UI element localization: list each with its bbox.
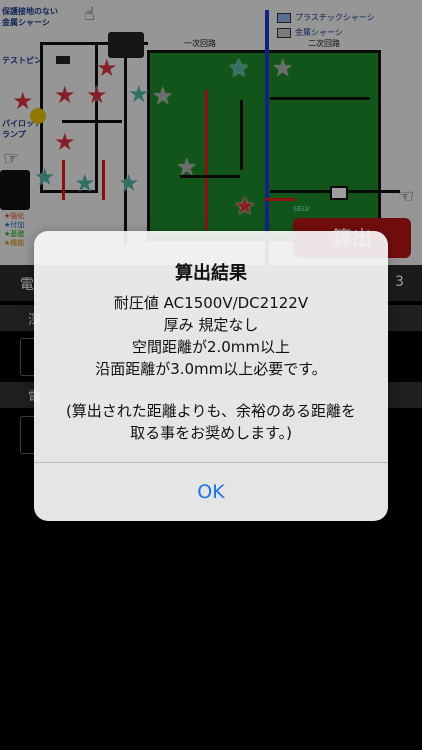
alert-line: 取る事をお奨めします。)	[130, 424, 292, 442]
alert-message: 耐圧値 AC1500V/DC2122V 厚み 規定なし 空間距離が2.0mm以上…	[34, 292, 388, 444]
ok-button[interactable]: OK	[34, 463, 388, 521]
alert-line: (算出された距離よりも、余裕のある距離を	[65, 402, 357, 420]
alert-line: 沿面距離が3.0mm以上必要です。	[95, 360, 327, 378]
alert-line: 耐圧値 AC1500V/DC2122V	[113, 294, 309, 312]
result-alert-dialog: 算出結果 耐圧値 AC1500V/DC2122V 厚み 規定なし 空間距離が2.…	[34, 231, 388, 521]
alert-line: 空間距離が2.0mm以上	[131, 338, 291, 356]
alert-title: 算出結果	[175, 263, 247, 284]
alert-line: 厚み 規定なし	[163, 316, 259, 334]
